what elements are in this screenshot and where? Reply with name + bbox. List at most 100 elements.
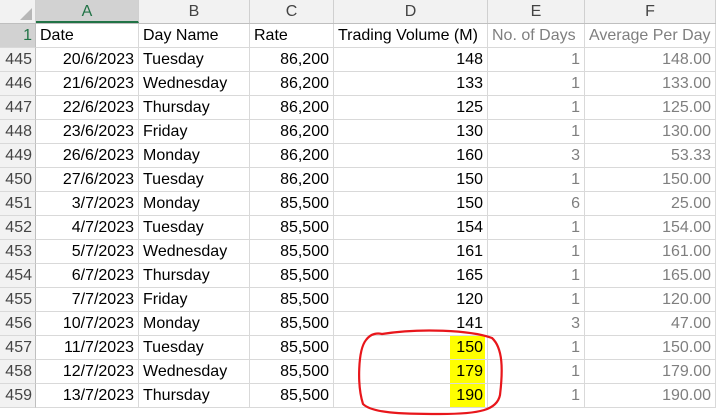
- header-cell-day-name[interactable]: Day Name: [139, 24, 250, 48]
- row-number[interactable]: 446: [0, 72, 36, 96]
- date-cell[interactable]: 22/6/2023: [36, 96, 139, 120]
- row-number[interactable]: 455: [0, 288, 36, 312]
- rate-cell[interactable]: 85,500: [250, 216, 334, 240]
- average-per-day-cell[interactable]: 190.00: [585, 384, 716, 408]
- average-per-day-cell[interactable]: 125.00: [585, 96, 716, 120]
- volume-cell[interactable]: 150: [334, 168, 488, 192]
- day-name-cell[interactable]: Tuesday: [139, 48, 250, 72]
- no-of-days-cell[interactable]: 1: [488, 96, 585, 120]
- volume-cell[interactable]: 125: [334, 96, 488, 120]
- volume-cell[interactable]: 165: [334, 264, 488, 288]
- volume-cell[interactable]: 133: [334, 72, 488, 96]
- day-name-cell[interactable]: Tuesday: [139, 168, 250, 192]
- rate-cell[interactable]: 85,500: [250, 336, 334, 360]
- column-header-a[interactable]: A: [36, 0, 139, 23]
- day-name-cell[interactable]: Monday: [139, 144, 250, 168]
- average-per-day-cell[interactable]: 150.00: [585, 168, 716, 192]
- volume-cell[interactable]: 160: [334, 144, 488, 168]
- no-of-days-cell[interactable]: 1: [488, 264, 585, 288]
- row-number[interactable]: 1: [0, 24, 36, 48]
- day-name-cell[interactable]: Thursday: [139, 264, 250, 288]
- rate-cell[interactable]: 86,200: [250, 72, 334, 96]
- header-cell-rate[interactable]: Rate: [250, 24, 334, 48]
- rate-cell[interactable]: 85,500: [250, 264, 334, 288]
- row-number[interactable]: 452: [0, 216, 36, 240]
- day-name-cell[interactable]: Friday: [139, 120, 250, 144]
- row-number[interactable]: 445: [0, 48, 36, 72]
- average-per-day-cell[interactable]: 179.00: [585, 360, 716, 384]
- column-header-c[interactable]: C: [250, 0, 334, 23]
- volume-cell[interactable]: 150: [334, 336, 488, 360]
- average-per-day-cell[interactable]: 53.33: [585, 144, 716, 168]
- no-of-days-cell[interactable]: 3: [488, 144, 585, 168]
- rate-cell[interactable]: 85,500: [250, 312, 334, 336]
- date-cell[interactable]: 12/7/2023: [36, 360, 139, 384]
- header-cell-date[interactable]: Date: [36, 24, 139, 48]
- day-name-cell[interactable]: Friday: [139, 288, 250, 312]
- day-name-cell[interactable]: Tuesday: [139, 336, 250, 360]
- rate-cell[interactable]: 86,200: [250, 120, 334, 144]
- row-number[interactable]: 453: [0, 240, 36, 264]
- volume-cell[interactable]: 179: [334, 360, 488, 384]
- volume-cell[interactable]: 148: [334, 48, 488, 72]
- date-cell[interactable]: 6/7/2023: [36, 264, 139, 288]
- rate-cell[interactable]: 85,500: [250, 192, 334, 216]
- no-of-days-cell[interactable]: 1: [488, 288, 585, 312]
- row-number[interactable]: 448: [0, 120, 36, 144]
- average-per-day-cell[interactable]: 133.00: [585, 72, 716, 96]
- day-name-cell[interactable]: Wednesday: [139, 72, 250, 96]
- volume-cell[interactable]: 154: [334, 216, 488, 240]
- rate-cell[interactable]: 86,200: [250, 168, 334, 192]
- no-of-days-cell[interactable]: 1: [488, 336, 585, 360]
- row-number[interactable]: 450: [0, 168, 36, 192]
- date-cell[interactable]: 4/7/2023: [36, 216, 139, 240]
- no-of-days-cell[interactable]: 1: [488, 216, 585, 240]
- day-name-cell[interactable]: Tuesday: [139, 216, 250, 240]
- column-header-f[interactable]: F: [585, 0, 716, 23]
- day-name-cell[interactable]: Monday: [139, 192, 250, 216]
- volume-cell[interactable]: 150: [334, 192, 488, 216]
- rate-cell[interactable]: 86,200: [250, 144, 334, 168]
- day-name-cell[interactable]: Thursday: [139, 96, 250, 120]
- average-per-day-cell[interactable]: 130.00: [585, 120, 716, 144]
- date-cell[interactable]: 21/6/2023: [36, 72, 139, 96]
- volume-cell[interactable]: 190: [334, 384, 488, 408]
- header-cell-average-per-day[interactable]: Average Per Day: [585, 24, 716, 48]
- day-name-cell[interactable]: Wednesday: [139, 360, 250, 384]
- select-all-corner[interactable]: [0, 0, 36, 23]
- no-of-days-cell[interactable]: 1: [488, 240, 585, 264]
- column-header-e[interactable]: E: [488, 0, 585, 23]
- average-per-day-cell[interactable]: 161.00: [585, 240, 716, 264]
- date-cell[interactable]: 26/6/2023: [36, 144, 139, 168]
- day-name-cell[interactable]: Monday: [139, 312, 250, 336]
- volume-cell[interactable]: 120: [334, 288, 488, 312]
- day-name-cell[interactable]: Wednesday: [139, 240, 250, 264]
- date-cell[interactable]: 7/7/2023: [36, 288, 139, 312]
- row-number[interactable]: 458: [0, 360, 36, 384]
- row-number[interactable]: 456: [0, 312, 36, 336]
- row-number[interactable]: 457: [0, 336, 36, 360]
- no-of-days-cell[interactable]: 3: [488, 312, 585, 336]
- header-cell-no-of-days[interactable]: No. of Days: [488, 24, 585, 48]
- no-of-days-cell[interactable]: 1: [488, 360, 585, 384]
- no-of-days-cell[interactable]: 6: [488, 192, 585, 216]
- average-per-day-cell[interactable]: 120.00: [585, 288, 716, 312]
- date-cell[interactable]: 27/6/2023: [36, 168, 139, 192]
- column-header-d[interactable]: D: [334, 0, 488, 23]
- no-of-days-cell[interactable]: 1: [488, 168, 585, 192]
- header-cell-trading-volume[interactable]: Trading Volume (M): [334, 24, 488, 48]
- row-number[interactable]: 454: [0, 264, 36, 288]
- volume-cell[interactable]: 141: [334, 312, 488, 336]
- row-number[interactable]: 449: [0, 144, 36, 168]
- average-per-day-cell[interactable]: 165.00: [585, 264, 716, 288]
- volume-cell[interactable]: 161: [334, 240, 488, 264]
- average-per-day-cell[interactable]: 47.00: [585, 312, 716, 336]
- no-of-days-cell[interactable]: 1: [488, 384, 585, 408]
- average-per-day-cell[interactable]: 148.00: [585, 48, 716, 72]
- no-of-days-cell[interactable]: 1: [488, 72, 585, 96]
- no-of-days-cell[interactable]: 1: [488, 120, 585, 144]
- column-header-b[interactable]: B: [139, 0, 250, 23]
- volume-cell[interactable]: 130: [334, 120, 488, 144]
- date-cell[interactable]: 23/6/2023: [36, 120, 139, 144]
- average-per-day-cell[interactable]: 25.00: [585, 192, 716, 216]
